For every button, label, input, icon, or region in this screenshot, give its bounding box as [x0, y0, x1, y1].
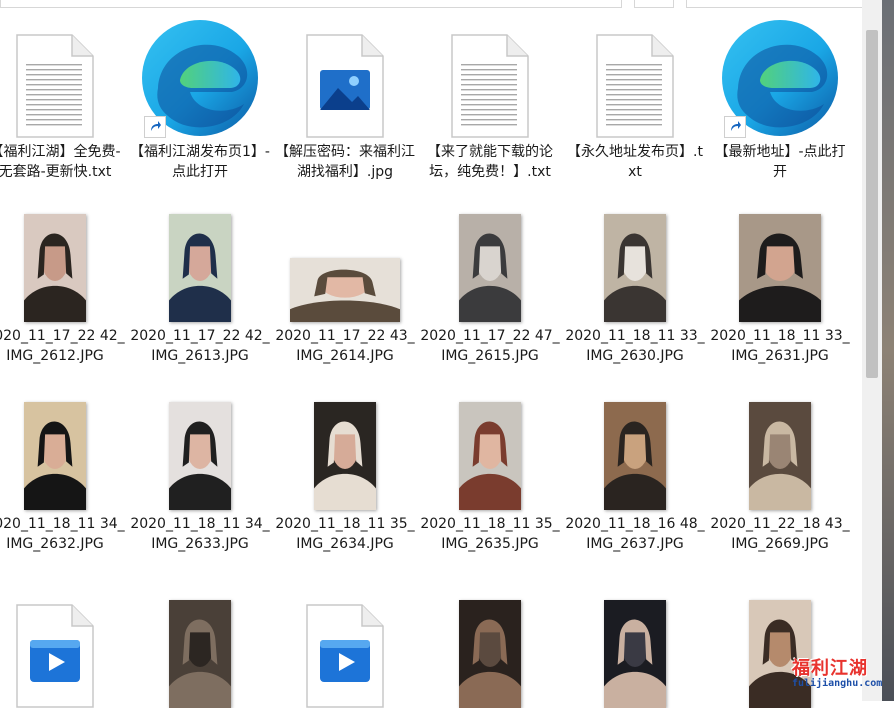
text-document-icon	[451, 34, 529, 138]
file-thumbnail	[565, 210, 705, 322]
file-thumbnail	[420, 590, 560, 708]
file-name-label: 2020_11_18_11 34_IMG_2632.JPG	[0, 516, 125, 552]
desktop-background-edge	[882, 0, 894, 701]
photo-thumbnail	[169, 600, 231, 708]
file-name-label: 【福利江湖】全免费-无套路-更新快.txt	[0, 144, 121, 180]
file-thumbnail	[0, 590, 125, 708]
file-thumbnail	[710, 18, 850, 138]
photo-thumbnail	[459, 214, 521, 322]
watermark-text: 福利江湖	[792, 658, 868, 679]
file-thumbnail	[275, 210, 415, 322]
photo-thumbnail	[24, 214, 86, 322]
video-file-icon	[306, 604, 384, 708]
photo-thumbnail	[749, 402, 811, 510]
file-name-label: 2020_11_18_11 33_IMG_2630.JPG	[565, 328, 705, 364]
search-box[interactable]	[686, 0, 864, 8]
video-file-icon	[16, 604, 94, 708]
file-thumbnail	[130, 18, 270, 138]
file-name-label: 【解压密码：来福利江湖找福利】.jpg	[275, 144, 415, 180]
shortcut-arrow-icon	[144, 116, 166, 138]
address-bar[interactable]	[0, 0, 622, 8]
file-name-label: 2020_11_18_11 35_IMG_2635.JPG	[420, 516, 560, 552]
photo-thumbnail	[169, 402, 231, 510]
photo-thumbnail	[459, 402, 521, 510]
file-name-label: 2020_11_17_22 43_IMG_2614.JPG	[275, 328, 415, 364]
scrollbar-thumb[interactable]	[866, 30, 878, 378]
photo-thumbnail	[290, 258, 400, 322]
file-name-label: 2020_11_17_22 42_IMG_2613.JPG	[130, 328, 270, 364]
photo-thumbnail	[314, 402, 376, 510]
text-document-icon	[16, 34, 94, 138]
file-name-label: 2020_11_22_18 43_IMG_2669.JPG	[710, 516, 850, 552]
file-name-label: 【最新地址】-点此打开	[714, 144, 846, 180]
file-thumbnail	[565, 18, 705, 138]
photo-thumbnail	[739, 214, 821, 322]
text-document-icon	[596, 34, 674, 138]
file-thumbnail	[565, 398, 705, 510]
address-bar-strip	[0, 0, 894, 10]
file-name-label: 【来了就能下载的论坛，纯免费！】.txt	[427, 144, 553, 180]
file-thumbnail	[710, 398, 850, 510]
file-name-label: 2020_11_18_11 34_IMG_2633.JPG	[130, 516, 270, 552]
shortcut-arrow-icon	[724, 116, 746, 138]
photo-thumbnail	[169, 214, 231, 322]
photo-thumbnail	[459, 600, 521, 708]
file-thumbnail	[0, 398, 125, 510]
file-thumbnail	[0, 210, 125, 322]
photo-thumbnail	[604, 600, 666, 708]
file-thumbnail	[710, 210, 850, 322]
file-thumbnail	[420, 18, 560, 138]
file-name-label: 【福利江湖发布页1】-点此打开	[130, 144, 270, 180]
file-thumbnail	[420, 398, 560, 510]
file-name-label: 2020_11_18_11 35_IMG_2634.JPG	[275, 516, 415, 552]
file-thumbnail	[130, 210, 270, 322]
file-thumbnail	[130, 398, 270, 510]
watermark-logo: 福利江湖 fulijianghu.com	[788, 650, 888, 694]
dropdown-button[interactable]	[634, 0, 674, 8]
file-name-label: 2020_11_18_11 33_IMG_2631.JPG	[710, 328, 850, 364]
file-thumbnail	[420, 210, 560, 322]
photo-thumbnail	[24, 402, 86, 510]
watermark-url: fulijianghu.com	[792, 678, 883, 689]
file-name-label: 2020_11_17_22 42_IMG_2612.JPG	[0, 328, 125, 364]
file-thumbnail	[565, 590, 705, 708]
file-thumbnail	[275, 398, 415, 510]
file-thumbnail	[275, 18, 415, 138]
file-name-label: 2020_11_17_22 47_IMG_2615.JPG	[420, 328, 560, 364]
vertical-scrollbar[interactable]	[862, 0, 882, 701]
file-thumbnail	[275, 590, 415, 708]
image-file-icon	[306, 34, 384, 138]
file-name-label: 【永久地址发布页】.txt	[567, 144, 703, 180]
file-thumbnail	[0, 18, 125, 138]
photo-thumbnail	[604, 214, 666, 322]
edge-browser-icon	[720, 18, 840, 138]
file-thumbnail	[130, 590, 270, 708]
file-name-label: 2020_11_18_16 48_IMG_2637.JPG	[565, 516, 705, 552]
edge-browser-icon	[140, 18, 260, 138]
photo-thumbnail	[604, 402, 666, 510]
file-grid: 【福利江湖】全免费-无套路-更新快.txt 【福利江湖发布页1】-点此打开 【解压密…	[0, 18, 862, 708]
